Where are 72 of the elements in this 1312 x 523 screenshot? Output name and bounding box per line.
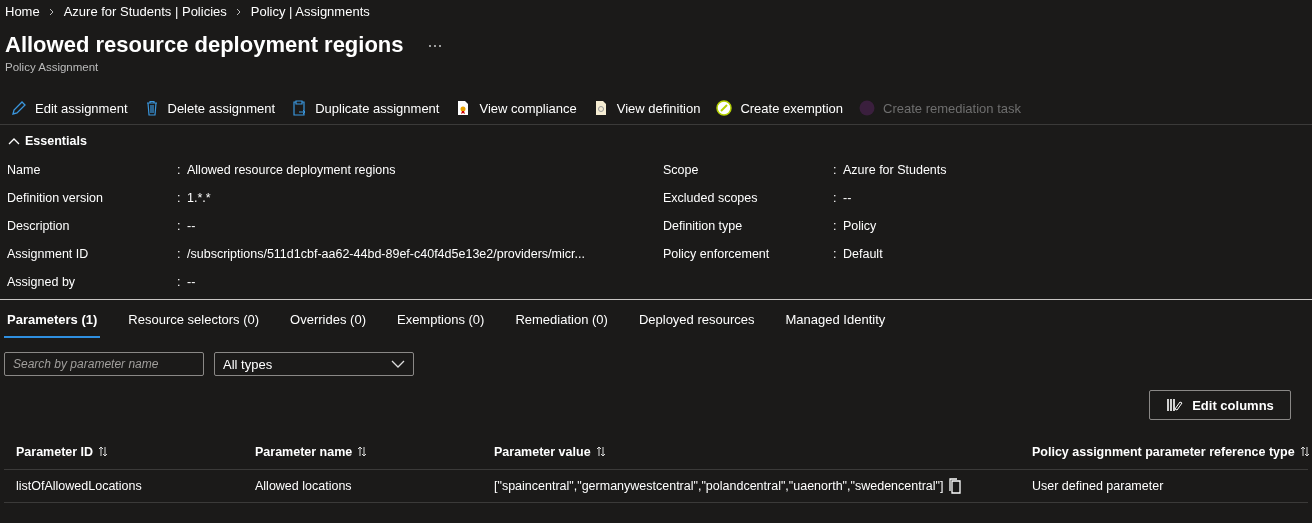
pencil-icon [11,100,27,116]
sort-icon [357,446,368,457]
essentials-toggle[interactable]: Essentials [0,125,95,148]
property-label: Definition type [662,219,744,233]
columns-icon [1166,397,1185,413]
type-dropdown[interactable]: All types [214,352,414,376]
tab[interactable]: Overrides (0) [287,310,369,338]
table-cell: ["spaincentral","germanywestcentral","polandcentral","uaenorth","swedencentral"] [494,479,944,493]
property-value: Default [843,247,883,261]
page-title: Allowed resource deployment regions [5,32,404,58]
colon: : [177,219,182,233]
property-label: Name [6,163,42,177]
column-header[interactable]: Parameter ID [4,444,243,459]
colon: : [833,247,838,261]
property-value: 1.*.* [187,191,211,205]
table-cell: Allowed locations [255,479,352,493]
copy-icon[interactable] [948,478,963,494]
colon: : [177,247,182,261]
breadcrumb-link[interactable]: Home [5,4,40,19]
toolbar-button[interactable]: Delete assignment [143,100,276,116]
slash-circle-icon [716,100,733,116]
property-value: -- [187,275,196,289]
circle-icon [859,100,875,116]
colon: : [177,191,182,205]
property-value: Azure for Students [843,163,947,177]
tab[interactable]: Resource selectors (0) [125,310,263,338]
column-header[interactable]: Parameter name [243,444,482,459]
colon: : [833,191,838,205]
clipboard-icon [291,100,308,116]
more-icon[interactable] [427,44,442,48]
breadcrumb-link[interactable]: Azure for Students | Policies [63,4,227,19]
property-value: -- [843,191,852,205]
toolbar-button[interactable]: Edit assignment [11,100,128,116]
sort-icon [1299,446,1310,457]
property-label: Policy enforcement [662,247,771,261]
property-label: Assignment ID [6,247,90,261]
property-value: /subscriptions/511d1cbf-aa62-44bd-89ef-c40f4d5e13e2/providers/micr... [187,247,585,261]
sort-icon [98,446,109,457]
table-cell: User defined parameter [1032,479,1164,493]
table-cell: listOfAllowedLocations [16,479,142,493]
chevron-icon [8,137,20,145]
property-value: Allowed resource deployment regions [187,163,396,177]
toolbar-button[interactable]: Duplicate assignment [291,100,440,116]
chevron-down-icon [391,360,405,368]
colon: : [177,163,182,177]
toolbar-button[interactable]: View compliance [455,100,577,116]
column-header[interactable]: Policy assignment parameter reference type [1020,444,1310,459]
breadcrumb-link[interactable]: Policy | Assignments [250,4,370,19]
property-label: Description [6,219,71,233]
property-label: Excluded scopes [662,191,759,205]
tab[interactable]: Parameters (1) [4,310,101,338]
toolbar-button[interactable]: View definition [592,100,701,116]
chevron-icon [48,7,55,16]
property-label: Scope [662,163,700,177]
edit-columns-button[interactable]: Edit columns [1149,390,1291,420]
tab[interactable]: Deployed resources [635,310,758,338]
search-field[interactable]: Search by parameter name [4,352,204,376]
page-subtitle: Policy Assignment [4,60,100,73]
colon: : [833,163,838,177]
property-label: Definition version [6,191,104,205]
colon: : [833,219,838,233]
tab[interactable]: Exemptions (0) [393,310,488,338]
chevron-icon [235,7,242,16]
property-value: Policy [843,219,877,233]
colon: : [177,275,182,289]
tab[interactable]: Remediation (0) [512,310,611,338]
property-label: Assigned by [6,275,77,289]
property-value: -- [187,219,196,233]
tab[interactable]: Managed Identity [782,310,889,338]
sort-icon [595,446,606,457]
toolbar-button[interactable]: Create exemption [716,100,843,116]
column-header[interactable]: Parameter value [482,444,1020,459]
